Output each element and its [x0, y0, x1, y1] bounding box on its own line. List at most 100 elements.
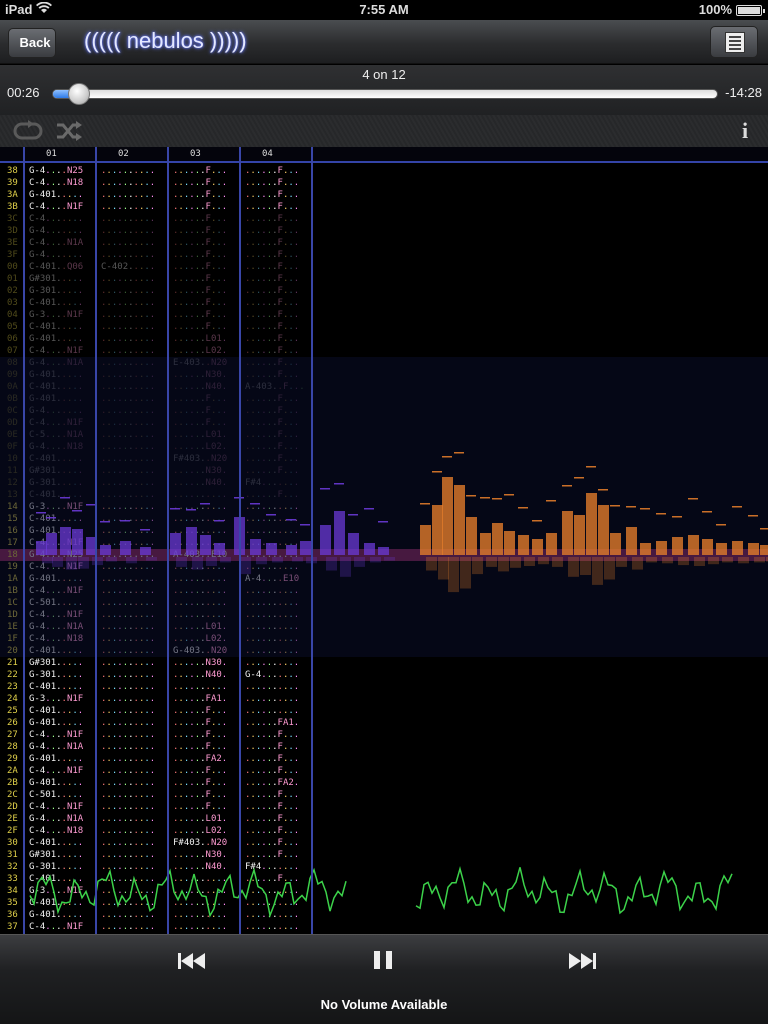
pattern-cell: ......F... — [245, 250, 300, 260]
pattern-cell: ......F... — [245, 346, 300, 356]
pattern-cell: C-401..... — [29, 646, 84, 656]
back-button[interactable]: Back — [8, 28, 56, 58]
channel-label: 04 — [262, 149, 273, 159]
pattern-cell: G-401..... — [29, 574, 84, 584]
pattern-cell: G-401..... — [29, 718, 84, 728]
pattern-cell: ......F... — [245, 742, 300, 752]
row-number: 14 — [7, 502, 18, 512]
pattern-cell: C-4....N1F — [29, 802, 84, 812]
pause-icon[interactable] — [364, 945, 404, 977]
pattern-cell: G-301..... — [29, 478, 84, 488]
pattern-cell: .......... — [101, 622, 156, 632]
pattern-row: 13 C-401......................... ......F.… — [0, 489, 768, 501]
pattern-cell: .......... — [101, 514, 156, 524]
row-number: 3D — [7, 226, 18, 236]
pattern-cell: ......F... — [173, 322, 228, 332]
progress-knob[interactable] — [67, 83, 90, 105]
info-icon[interactable]: i — [742, 117, 756, 145]
pattern-cell: G-401..... — [29, 526, 84, 536]
pattern-cell: .......... — [101, 166, 156, 176]
pattern-row: 18 G-4....N25.......... A-403..E10........… — [0, 549, 768, 561]
channel-divider — [167, 147, 169, 934]
waveform-line — [415, 866, 733, 915]
pattern-cell: ......N40. — [173, 382, 228, 392]
navigation-bar: Back ((((( nebulos ))))) — [0, 20, 768, 64]
pattern-cell: G-3....N1F — [29, 310, 84, 320]
pattern-cell: .......... — [101, 394, 156, 404]
pattern-cell: C-4....N1F — [29, 538, 84, 548]
loop-icon[interactable] — [12, 119, 44, 143]
pattern-cell: G-4....N25 — [29, 550, 84, 560]
pattern-cell: ......F... — [245, 790, 300, 800]
pattern-cell: ......F... — [245, 178, 300, 188]
volume-label: No Volume Available — [320, 997, 448, 1012]
pattern-row: 14 G-3....N1F............................… — [0, 501, 768, 513]
playlist-button[interactable] — [710, 26, 758, 58]
pattern-cell: F#4....... — [245, 478, 300, 488]
pattern-cell: C-4....N18 — [29, 826, 84, 836]
pattern-cell: .......... — [101, 418, 156, 428]
previous-track-icon[interactable] — [170, 945, 210, 977]
pattern-row: 20 C-401............... G-403..N20........… — [0, 645, 768, 657]
pattern-cell: .......... — [101, 526, 156, 536]
pattern-cell: .......... — [245, 514, 300, 524]
pattern-cell: ......F... — [245, 286, 300, 296]
pattern-cell: .......... — [245, 586, 300, 596]
row-number: 12 — [7, 478, 18, 488]
pattern-cell: .......... — [173, 538, 228, 548]
row-number: 11 — [7, 466, 18, 476]
pattern-row: 22 G-301............... ......N40. G-4.....… — [0, 669, 768, 681]
progress-slider[interactable] — [52, 83, 718, 105]
pattern-cell: C-401..... — [29, 382, 84, 392]
pattern-cell: G#301..... — [29, 658, 84, 668]
pattern-row: 08 G-4....N1A.......... E-403..N20 ......F.… — [0, 357, 768, 369]
pattern-cell: C-401..... — [29, 682, 84, 692]
pattern-cell: ......L02. — [173, 634, 228, 644]
pattern-cell: C-401..Q06 — [29, 262, 84, 272]
pattern-row: 04 G-3....N1F.......... ......F... ......F.… — [0, 309, 768, 321]
battery-icon — [736, 5, 765, 16]
pattern-row: 01 G#301............... ......F... ......F.… — [0, 273, 768, 285]
pattern-view: 38 G-4....N25.......... ......F... ......F.… — [0, 147, 768, 934]
pattern-cell: ......F... — [245, 334, 300, 344]
pattern-cell: ......F... — [245, 190, 300, 200]
pattern-cell: ......L01. — [173, 334, 228, 344]
pattern-cell: ......F... — [245, 370, 300, 380]
pattern-cell: ......FA1. — [173, 694, 228, 704]
pattern-cell: .......... — [173, 586, 228, 596]
pattern-cell: .......... — [101, 694, 156, 704]
pattern-cell: ......F... — [245, 226, 300, 236]
shuffle-icon[interactable] — [56, 119, 82, 143]
pattern-cell: ......F... — [245, 274, 300, 284]
pattern-cell: .......... — [173, 502, 228, 512]
pattern-cell: .......... — [245, 622, 300, 632]
clock: 7:55 AM — [359, 2, 409, 17]
pattern-cell: .......... — [173, 562, 228, 572]
next-track-icon[interactable] — [564, 945, 604, 977]
pattern-cell: ......F... — [245, 406, 300, 416]
pattern-cell: A-403..F... — [245, 382, 305, 392]
pattern-cell: ......F... — [245, 802, 300, 812]
pattern-row: 12 G-301............... ......N40. F#4.....… — [0, 477, 768, 489]
row-number: 3C — [7, 214, 18, 224]
row-number: 2C — [7, 790, 18, 800]
row-number: 03 — [7, 298, 18, 308]
row-number: 1A — [7, 574, 18, 584]
pattern-cell: G-3....N1F — [29, 694, 84, 704]
channel-divider — [239, 147, 241, 934]
pattern-cell: .......... — [245, 550, 300, 560]
pattern-cell: .......... — [101, 706, 156, 716]
pattern-cell: ......F... — [173, 178, 228, 188]
pattern-row: 1E G-4....N1A.......... ......L01.........… — [0, 621, 768, 633]
pattern-cell: .......... — [101, 754, 156, 764]
pattern-cell: G-4....N1A — [29, 814, 84, 824]
pattern-cell: G-4....... — [29, 226, 84, 236]
pattern-cell: ......F... — [173, 394, 228, 404]
row-number: 02 — [7, 286, 18, 296]
pattern-row: 05 C-401............... ......F... ......F.… — [0, 321, 768, 333]
pattern-cell: .......... — [101, 274, 156, 284]
row-number: 06 — [7, 334, 18, 344]
pattern-cell: G-4....N1A — [29, 622, 84, 632]
pattern-cell: ......F... — [173, 730, 228, 740]
pattern-cell: ......N30. — [173, 658, 228, 668]
